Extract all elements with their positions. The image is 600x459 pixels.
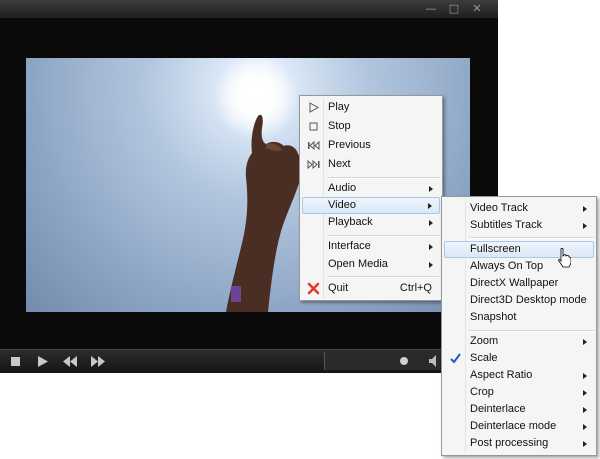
menu-separator <box>327 177 440 179</box>
menu-item-post-processing[interactable]: Post processing <box>444 435 594 452</box>
submenu-arrow-icon <box>583 441 587 447</box>
submenu-arrow-icon <box>583 206 587 212</box>
maximize-button[interactable]: □ <box>444 0 464 18</box>
menu-item-deinterlace[interactable]: Deinterlace <box>444 401 594 418</box>
previous-icon <box>308 140 320 151</box>
menu-item-label: Scale <box>470 352 498 364</box>
next-icon <box>307 159 320 170</box>
submenu-arrow-icon <box>429 220 433 226</box>
menu-item-label: Direct3D Desktop mode <box>470 294 587 306</box>
title-bar: — □ ✕ <box>0 0 498 18</box>
menu-item-direct3d-desktop-mode[interactable]: Direct3D Desktop mode <box>444 292 594 309</box>
menu-item-label: Playback <box>328 216 373 228</box>
submenu-arrow-icon <box>428 203 432 209</box>
menu-item-open-media[interactable]: Open Media <box>302 256 440 273</box>
menu-item-label: Crop <box>470 386 494 398</box>
menu-item-label: DirectX Wallpaper <box>470 277 559 289</box>
mouse-cursor-icon <box>558 248 571 268</box>
menu-item-label: Always On Top <box>470 260 544 272</box>
menu-item-video-track[interactable]: Video Track <box>444 200 594 217</box>
submenu-arrow-icon <box>583 407 587 413</box>
menu-item-stop[interactable]: Stop <box>302 118 440 135</box>
menu-item-playback[interactable]: Playback <box>302 214 440 231</box>
minimize-button[interactable]: — <box>421 0 441 18</box>
volume-icon[interactable] <box>428 354 440 368</box>
submenu-arrow-icon <box>583 373 587 379</box>
stop-icon[interactable] <box>4 352 28 370</box>
submenu-arrow-icon <box>583 424 587 430</box>
menu-item-play[interactable]: Play <box>302 99 440 116</box>
menu-item-label: Fullscreen <box>470 243 521 255</box>
menu-item-label: Video <box>328 199 356 211</box>
menu-item-deinterlace-mode[interactable]: Deinterlace mode <box>444 418 594 435</box>
menu-item-next[interactable]: Next <box>302 156 440 173</box>
menu-item-always-on-top[interactable]: Always On Top <box>444 258 594 275</box>
menu-item-label: Snapshot <box>470 311 517 323</box>
close-button[interactable]: ✕ <box>467 0 487 18</box>
menu-item-label: Audio <box>328 182 357 194</box>
menu-item-previous[interactable]: Previous <box>302 137 440 154</box>
menu-item-aspect-ratio[interactable]: Aspect Ratio <box>444 367 594 384</box>
menu-item-label: Post processing <box>470 437 549 449</box>
menu-item-label: Video Track <box>470 202 528 214</box>
menu-item-label: Play <box>328 101 350 113</box>
play-icon <box>309 102 320 113</box>
menu-item-zoom[interactable]: Zoom <box>444 333 594 350</box>
menu-item-label: Open Media <box>328 258 388 270</box>
menu-item-quit[interactable]: Quit Ctrl+Q <box>302 280 440 297</box>
context-menu: Play Stop Previous Next Audio Video Play… <box>299 95 443 301</box>
menu-separator <box>469 237 594 239</box>
menu-item-subtitles-track[interactable]: Subtitles Track <box>444 217 594 234</box>
menu-item-snapshot[interactable]: Snapshot <box>444 309 594 326</box>
menu-item-audio[interactable]: Audio <box>302 180 440 197</box>
menu-item-video[interactable]: Video <box>302 197 440 214</box>
submenu-arrow-icon <box>583 390 587 396</box>
submenu-arrow-icon <box>429 186 433 192</box>
menu-item-crop[interactable]: Crop <box>444 384 594 401</box>
submenu-arrow-icon <box>429 244 433 250</box>
menu-separator <box>469 330 594 332</box>
menu-item-label: Stop <box>328 120 351 132</box>
menu-separator <box>327 276 440 278</box>
menu-item-fullscreen[interactable]: Fullscreen <box>444 241 594 258</box>
menu-item-label: Aspect Ratio <box>470 369 533 381</box>
menu-item-label: Deinterlace mode <box>470 420 557 432</box>
menu-item-directx-wallpaper[interactable]: DirectX Wallpaper <box>444 275 594 292</box>
quit-icon <box>307 282 320 295</box>
menu-item-label: Quit <box>328 282 349 294</box>
menu-item-label: Zoom <box>470 335 499 347</box>
video-submenu: Video Track Subtitles Track Fullscreen A… <box>441 196 597 456</box>
submenu-arrow-icon <box>583 223 587 229</box>
volume-slider-knob[interactable] <box>400 357 408 365</box>
submenu-arrow-icon <box>583 339 587 345</box>
menu-item-scale[interactable]: Scale <box>444 350 594 367</box>
menu-item-label: Next <box>328 158 351 170</box>
menu-item-label: Subtitles Track <box>470 219 543 231</box>
menu-item-label: Deinterlace <box>470 403 526 415</box>
checkmark-icon <box>450 353 461 364</box>
menu-separator <box>327 235 440 237</box>
submenu-arrow-icon <box>429 262 433 268</box>
fast-forward-icon[interactable] <box>86 352 110 370</box>
stop-icon <box>309 122 318 131</box>
play-icon[interactable] <box>30 352 54 370</box>
quit-shortcut: Ctrl+Q <box>399 282 432 294</box>
menu-item-label: Interface <box>328 240 371 252</box>
rewind-icon[interactable] <box>58 352 82 370</box>
menu-item-interface[interactable]: Interface <box>302 238 440 255</box>
volume-slider-track[interactable] <box>324 352 440 370</box>
menu-item-label: Previous <box>328 139 371 151</box>
